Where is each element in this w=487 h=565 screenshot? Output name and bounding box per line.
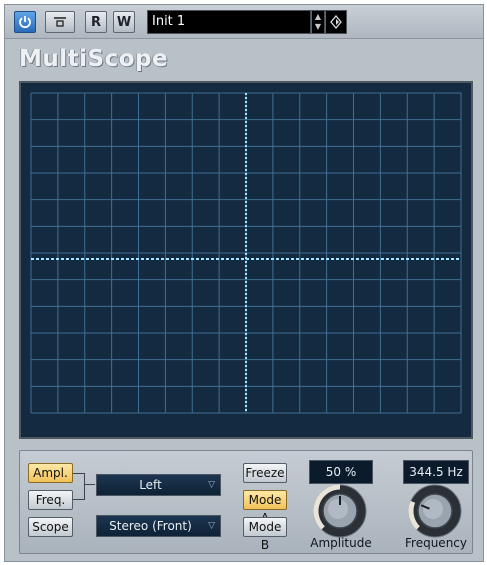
mode-a-button[interactable]: Mode A (243, 490, 287, 525)
mode-b-button[interactable]: Mode B (243, 517, 287, 552)
preset-menu-button[interactable] (325, 10, 347, 34)
preset-spinner[interactable]: ▲ ▼ (311, 10, 325, 34)
chevron-down-icon: ▽ (208, 521, 215, 531)
bypass-icon (54, 17, 66, 27)
scope-button[interactable]: Scope (28, 517, 73, 537)
frequency-value[interactable]: 344.5 Hz (403, 460, 469, 484)
amplitude-knob[interactable] (311, 482, 369, 540)
plugin-window: R W Init 1 ▲ ▼ MultiScope Ampl. Freq. Sc… (4, 4, 484, 562)
amplitude-label: Amplitude (310, 536, 372, 550)
scope-display (19, 81, 473, 439)
display-mode-dropdown[interactable]: Stereo (Front) ▽ (96, 515, 221, 537)
channel-dropdown[interactable]: Left ▽ (96, 474, 221, 496)
plugin-title: MultiScope (19, 46, 169, 72)
ampl-button[interactable]: Ampl. (28, 463, 73, 483)
frequency-label: Frequency (405, 536, 467, 550)
power-button[interactable] (14, 11, 36, 33)
bypass-button[interactable] (45, 11, 75, 33)
control-panel: Ampl. Freq. Scope Left ▽ Stereo (Front) … (19, 450, 473, 554)
freeze-button[interactable]: Freeze (243, 463, 287, 483)
channel-value: Left (139, 478, 162, 492)
chevron-down-icon: ▽ (208, 480, 215, 490)
preset-name-field[interactable]: Init 1 (147, 10, 311, 34)
preset-up-icon[interactable]: ▲ (312, 12, 324, 22)
bracket-link (85, 484, 95, 485)
scope-grid (30, 92, 462, 414)
frequency-knob[interactable] (406, 482, 464, 540)
amplitude-value[interactable]: 50 % (309, 460, 373, 484)
preset-down-icon[interactable]: ▼ (312, 22, 324, 32)
write-automation-button[interactable]: W (113, 11, 135, 33)
freq-button[interactable]: Freq. (28, 490, 73, 510)
display-mode-value: Stereo (Front) (109, 519, 192, 533)
plugin-toolbar: R W Init 1 ▲ ▼ (5, 5, 483, 39)
preset-menu-icon (330, 15, 342, 29)
power-icon (19, 16, 31, 29)
knob-highlight (423, 499, 443, 519)
knob-highlight (328, 499, 348, 519)
ampl-freq-bracket (73, 473, 85, 500)
read-automation-button[interactable]: R (85, 11, 107, 33)
